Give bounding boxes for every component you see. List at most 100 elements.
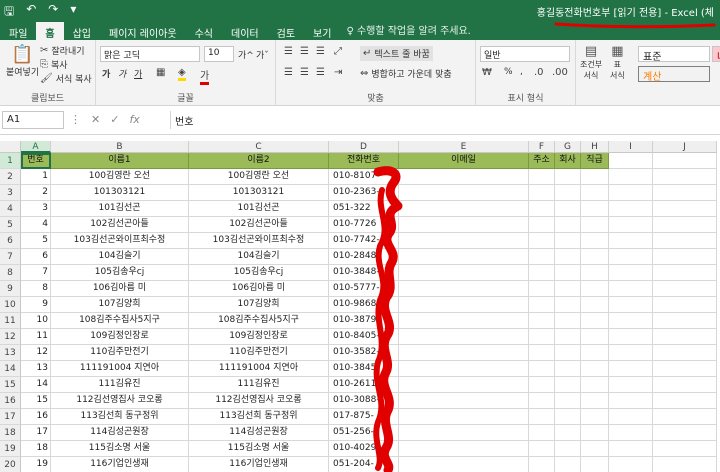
empty-cell[interactable]: [653, 153, 717, 169]
empty-cell[interactable]: [653, 217, 717, 233]
row-header[interactable]: 5: [0, 217, 21, 233]
tab-home[interactable]: 홈: [36, 22, 64, 40]
empty-cell[interactable]: [555, 313, 581, 329]
cell-number[interactable]: 5: [21, 233, 51, 249]
empty-cell[interactable]: [581, 185, 609, 201]
cell-name2[interactable]: 106김아름 미: [189, 281, 329, 297]
row-header[interactable]: 8: [0, 265, 21, 281]
cell-name1[interactable]: 101김선곤: [51, 201, 189, 217]
empty-cell[interactable]: [399, 457, 529, 472]
empty-cell[interactable]: [555, 329, 581, 345]
italic-button[interactable]: 가: [118, 67, 126, 80]
empty-cell[interactable]: [529, 201, 555, 217]
cell-phone[interactable]: 010-9868-: [329, 297, 399, 313]
cell-name1[interactable]: 105김송우cj: [51, 265, 189, 281]
empty-cell[interactable]: [581, 377, 609, 393]
empty-cell[interactable]: [581, 425, 609, 441]
empty-cell[interactable]: [609, 345, 653, 361]
cell-name1[interactable]: 116기업인생재: [51, 457, 189, 472]
cell-number[interactable]: 15: [21, 393, 51, 409]
empty-cell[interactable]: [653, 313, 717, 329]
cell-number[interactable]: 13: [21, 361, 51, 377]
empty-cell[interactable]: [555, 361, 581, 377]
cell-phone[interactable]: 051-322: [329, 201, 399, 217]
row-header[interactable]: 14: [0, 361, 21, 377]
cell-name2[interactable]: 109김정인장로: [189, 329, 329, 345]
cell-number[interactable]: 17: [21, 425, 51, 441]
style-normal[interactable]: 표준: [638, 46, 710, 63]
empty-cell[interactable]: [653, 377, 717, 393]
empty-cell[interactable]: [529, 361, 555, 377]
cell-name1[interactable]: 100김영란 오선: [51, 169, 189, 185]
empty-cell[interactable]: [555, 393, 581, 409]
cell-number[interactable]: 6: [21, 249, 51, 265]
cell-phone[interactable]: 010-3879-: [329, 313, 399, 329]
insert-function-icon[interactable]: fx: [129, 113, 139, 126]
row-header[interactable]: 10: [0, 297, 21, 313]
cell-name2[interactable]: 115김소명 서울: [189, 441, 329, 457]
cell-phone[interactable]: 010-8405-: [329, 329, 399, 345]
bold-button[interactable]: 가: [102, 67, 110, 80]
tab-view[interactable]: 보기: [304, 22, 340, 40]
select-all-corner[interactable]: [0, 141, 21, 153]
empty-cell[interactable]: [529, 313, 555, 329]
empty-cell[interactable]: [529, 265, 555, 281]
empty-cell[interactable]: [555, 281, 581, 297]
wrap-text-button[interactable]: ↵ 텍스트 줄 바꿈: [360, 46, 433, 61]
empty-cell[interactable]: [399, 393, 529, 409]
empty-cell[interactable]: [581, 393, 609, 409]
cell-number[interactable]: 2: [21, 185, 51, 201]
style-calculation[interactable]: 계산: [638, 66, 710, 83]
row-header[interactable]: 4: [0, 201, 21, 217]
column-header-h[interactable]: H: [581, 141, 609, 153]
header-cell[interactable]: 이름2: [189, 153, 329, 169]
empty-cell[interactable]: [399, 233, 529, 249]
cell-name1[interactable]: 115김소명 서울: [51, 441, 189, 457]
cell-phone[interactable]: 010-2611: [329, 377, 399, 393]
empty-cell[interactable]: [399, 249, 529, 265]
increase-decimal-button[interactable]: .0: [534, 67, 544, 78]
empty-cell[interactable]: [399, 217, 529, 233]
cell-number[interactable]: 1: [21, 169, 51, 185]
empty-cell[interactable]: [581, 233, 609, 249]
cell-number[interactable]: 8: [21, 281, 51, 297]
empty-cell[interactable]: [653, 409, 717, 425]
column-header-i[interactable]: I: [609, 141, 653, 153]
empty-cell[interactable]: [529, 297, 555, 313]
empty-cell[interactable]: [653, 233, 717, 249]
column-header-j[interactable]: J: [653, 141, 717, 153]
empty-cell[interactable]: [529, 329, 555, 345]
cell-name2[interactable]: 108김주수집사5지구: [189, 313, 329, 329]
cell-name1[interactable]: 108김주수집사5지구: [51, 313, 189, 329]
cancel-icon[interactable]: ✕: [91, 113, 100, 126]
header-cell[interactable]: 이메일: [399, 153, 529, 169]
empty-cell[interactable]: [529, 441, 555, 457]
cell-phone[interactable]: 010-5777-: [329, 281, 399, 297]
cell-phone[interactable]: 010-3845: [329, 361, 399, 377]
header-cell[interactable]: 번호: [21, 153, 51, 169]
empty-cell[interactable]: [609, 361, 653, 377]
empty-cell[interactable]: [555, 265, 581, 281]
align-middle-button[interactable]: ☰: [300, 46, 309, 57]
empty-cell[interactable]: [399, 313, 529, 329]
grow-font-button[interactable]: 가^: [238, 48, 254, 61]
empty-cell[interactable]: [609, 169, 653, 185]
conditional-format-button[interactable]: ▤ 조건부 서식: [580, 44, 602, 81]
cell-name1[interactable]: 110김주만전기: [51, 345, 189, 361]
cell-name2[interactable]: 101김선곤: [189, 201, 329, 217]
cell-phone[interactable]: 010-2363-: [329, 185, 399, 201]
empty-cell[interactable]: [653, 297, 717, 313]
paste-button[interactable]: 📋 붙여넣기: [6, 44, 39, 78]
align-top-button[interactable]: ☰: [284, 46, 293, 57]
tab-formulas[interactable]: 수식: [186, 22, 222, 40]
empty-cell[interactable]: [555, 185, 581, 201]
cell-name2[interactable]: 102김선곤아들: [189, 217, 329, 233]
empty-cell[interactable]: [581, 441, 609, 457]
enter-icon[interactable]: ✓: [110, 113, 119, 126]
empty-cell[interactable]: [581, 361, 609, 377]
cell-name2[interactable]: 100김영란 오선: [189, 169, 329, 185]
tell-me-box[interactable]: ♀ 수행할 작업을 알려 주세요.: [340, 19, 476, 40]
row-header[interactable]: 13: [0, 345, 21, 361]
row-header[interactable]: 20: [0, 457, 21, 472]
empty-cell[interactable]: [529, 425, 555, 441]
